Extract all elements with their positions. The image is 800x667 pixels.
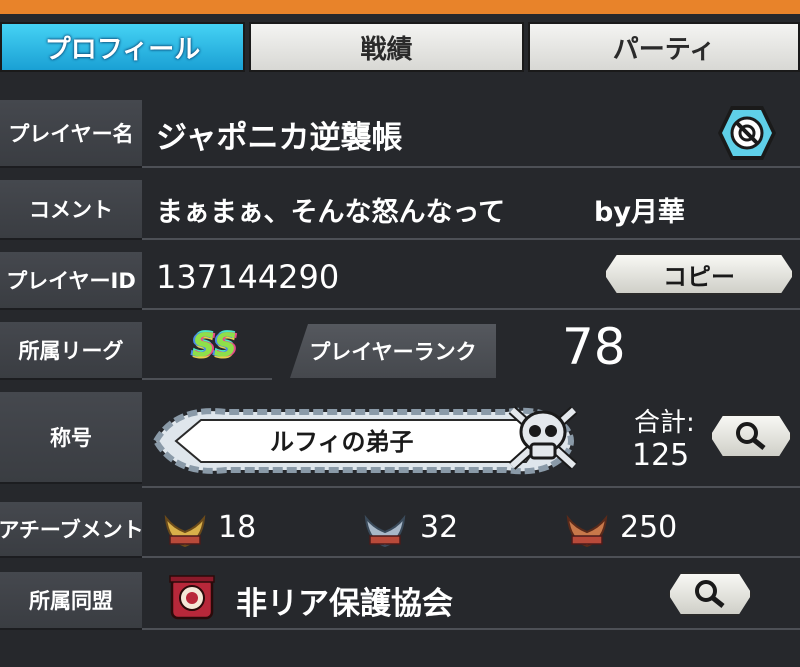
player-id-value: 137144290	[156, 258, 340, 296]
player-name-value: ジャポニカ逆襲帳	[156, 120, 403, 156]
label-achievement: アチーブメント	[0, 502, 142, 558]
skull-icon	[508, 406, 578, 470]
label-comment: コメント	[0, 180, 142, 240]
row-divider	[142, 486, 800, 488]
bronze-laurel-icon	[566, 514, 608, 548]
label-player-name: プレイヤー名	[0, 100, 142, 168]
copy-button[interactable]: コピー	[604, 253, 794, 295]
tab-profile[interactable]: プロフィール	[0, 22, 245, 72]
row-divider	[142, 378, 272, 380]
row-divider	[142, 556, 800, 558]
title-total-value: 125	[632, 438, 690, 473]
alliance-name: 非リア保護協会	[236, 586, 453, 622]
achievement-gold-count: 18	[218, 510, 257, 545]
search-icon	[693, 579, 727, 609]
title-search-button[interactable]	[710, 414, 792, 458]
comment-signature: by月華	[594, 197, 685, 228]
tab-party[interactable]: パーティ	[528, 22, 800, 72]
league-ss-badge: SS	[192, 326, 237, 364]
player-rank-value: 78	[562, 318, 626, 376]
label-player-id: プレイヤーID	[0, 252, 142, 310]
no-entry-icon[interactable]	[716, 104, 778, 162]
alliance-flag-icon	[169, 575, 215, 620]
tab-record[interactable]: 戦績	[249, 22, 524, 72]
label-league: 所属リーグ	[0, 322, 142, 380]
row-divider	[142, 308, 800, 310]
silver-laurel-icon	[364, 514, 406, 548]
achievement-silver-count: 32	[420, 510, 459, 545]
label-player-rank: プレイヤーランク	[290, 324, 496, 378]
label-title: 称号	[0, 392, 142, 484]
row-divider	[142, 628, 800, 630]
alliance-search-button[interactable]	[668, 572, 752, 616]
row-divider	[142, 238, 800, 240]
search-icon	[734, 421, 768, 451]
label-alliance: 所属同盟	[0, 572, 142, 630]
achievement-bronze-count: 250	[620, 510, 678, 545]
title-total-label: 合計:	[634, 408, 695, 438]
row-divider	[142, 166, 800, 168]
gold-laurel-icon	[164, 514, 206, 548]
comment-value: まぁまぁ、そんな怒んなって	[156, 197, 506, 228]
title-value: ルフィの弟子	[270, 428, 414, 456]
